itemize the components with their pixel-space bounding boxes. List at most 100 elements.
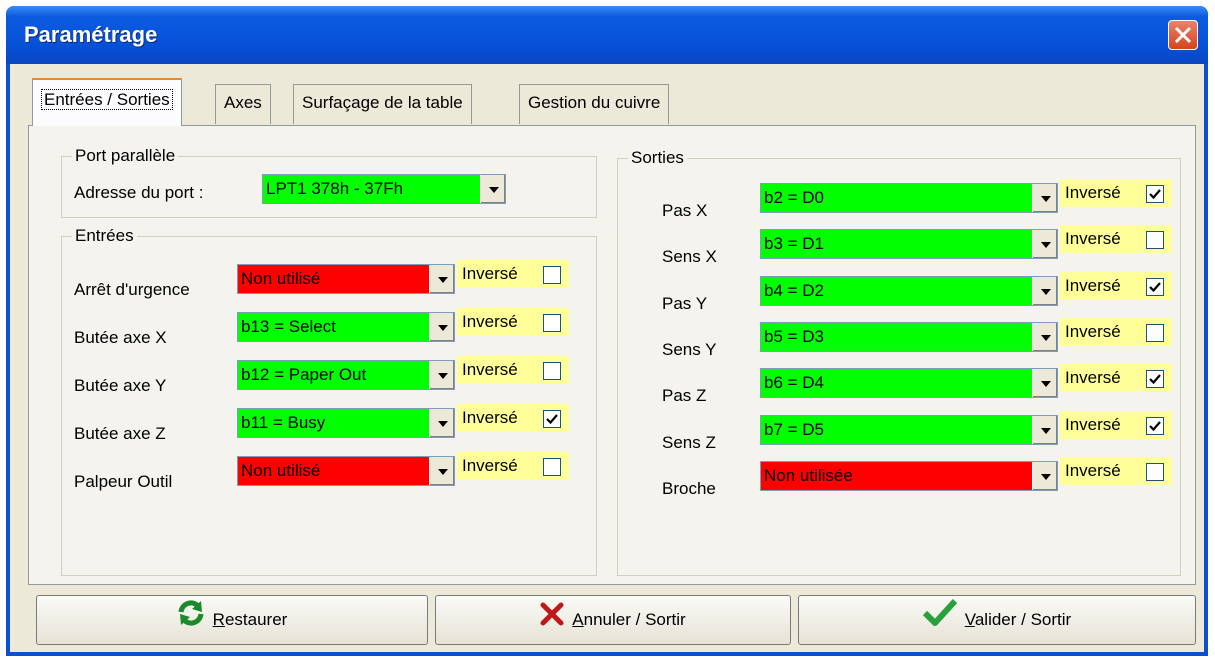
outputs-row-label: Sens X <box>662 247 717 267</box>
outputs-row-select[interactable]: b3 = D1 <box>760 229 1058 260</box>
cancel-button[interactable]: Annuler / Sortir <box>435 595 791 645</box>
close-icon <box>1174 26 1192 44</box>
outputs-row-inverse: Inversé <box>1060 456 1172 485</box>
chevron-down-icon[interactable] <box>1032 369 1057 398</box>
tab-panel: Port parallèle Adresse du port : LPT1 37… <box>28 125 1196 585</box>
outputs-row-inverse: Inversé <box>1060 410 1172 439</box>
inverse-checkbox[interactable] <box>1146 370 1164 389</box>
inverse-label: Inversé <box>462 456 518 475</box>
inputs-row-inverse: Inversé <box>457 308 569 336</box>
inputs-row-value: Non utilisé <box>241 461 321 480</box>
outputs-row-value: b6 = D4 <box>764 373 825 393</box>
inverse-checkbox[interactable] <box>543 410 561 428</box>
outputs-row-value: b4 = D2 <box>764 280 825 300</box>
inputs-row-select[interactable]: b11 = Busy <box>237 408 455 438</box>
outputs-row-value: Non utilisée <box>764 465 853 485</box>
window-title: Paramétrage <box>24 22 158 47</box>
inputs-row-value: b13 = Select <box>241 317 336 336</box>
outputs-row-select[interactable]: b7 = D5 <box>760 414 1058 445</box>
close-button[interactable] <box>1168 20 1198 50</box>
inputs-row-value: b12 = Paper Out <box>241 365 367 384</box>
outputs-row-label: Pas Y <box>662 293 708 313</box>
outputs-row-value: b2 = D0 <box>764 188 825 207</box>
port-address-value: LPT1 378h - 37Fh <box>266 179 404 198</box>
tab-entrees-sorties[interactable]: Entrées / Sorties <box>32 78 182 126</box>
inputs-row-select[interactable]: b13 = Select <box>237 312 455 342</box>
chevron-down-icon[interactable] <box>429 361 454 389</box>
chevron-down-icon[interactable] <box>480 175 505 203</box>
outputs-row-label: Broche <box>662 478 716 498</box>
inverse-label: Inversé <box>1065 460 1121 480</box>
restore-label: estaurer <box>224 610 288 629</box>
inverse-label: Inversé <box>1065 275 1121 295</box>
outputs-row-select[interactable]: b4 = D2 <box>760 275 1058 306</box>
validate-label: alider / Sortir <box>974 610 1072 629</box>
close-icon <box>540 597 564 645</box>
dialog-window: Paramétrage Entrées / Sorties Axes Surfa… <box>6 6 1208 656</box>
chevron-down-icon[interactable] <box>1032 322 1057 351</box>
chevron-down-icon[interactable] <box>1032 415 1057 444</box>
inverse-checkbox[interactable] <box>1146 323 1164 342</box>
inverse-checkbox[interactable] <box>543 362 561 380</box>
outputs-row-select[interactable]: b6 = D4 <box>760 368 1058 399</box>
inputs-row-select[interactable]: b12 = Paper Out <box>237 360 455 390</box>
outputs-row-select[interactable]: Non utilisée <box>760 460 1058 491</box>
inverse-label: Inversé <box>462 408 518 427</box>
chevron-down-icon[interactable] <box>429 409 454 437</box>
chevron-down-icon[interactable] <box>429 265 454 293</box>
validate-button[interactable]: Valider / Sortir <box>798 595 1196 645</box>
port-address-select[interactable]: LPT1 378h - 37Fh <box>262 174 506 204</box>
tab-gestion-cuivre[interactable]: Gestion du cuivre <box>519 84 670 124</box>
outputs-row-select[interactable]: b2 = D0 <box>760 183 1058 213</box>
chevron-down-icon[interactable] <box>1032 230 1057 259</box>
outputs-group: Sorties Pas X b2 = D0 Inversé Sens X b3 = D1… <box>617 148 1181 576</box>
cancel-label: nnuler / Sortir <box>583 610 686 629</box>
inverse-checkbox[interactable] <box>1146 462 1164 481</box>
checkmark-icon <box>546 414 558 425</box>
checkmark-icon <box>1149 281 1161 292</box>
tab-surfacage[interactable]: Surfaçage de la table <box>293 84 472 124</box>
inverse-checkbox[interactable] <box>1146 416 1164 435</box>
inverse-checkbox[interactable] <box>1146 277 1164 296</box>
outputs-row-inverse: Inversé <box>1060 364 1172 393</box>
inputs-row-select[interactable]: Non utilisé <box>237 264 455 294</box>
tab-label: Entrées / Sorties <box>41 89 173 110</box>
inputs-row-value: Non utilisé <box>241 269 321 288</box>
inputs-row-label: Arrêt d'urgence <box>74 280 190 299</box>
outputs-row-value: b7 = D5 <box>764 419 825 439</box>
port-group: Port parallèle Adresse du port : LPT1 37… <box>61 146 597 218</box>
inverse-label: Inversé <box>1065 368 1121 388</box>
checkmark-icon <box>1149 189 1161 200</box>
inverse-label: Inversé <box>1065 414 1121 434</box>
inverse-checkbox[interactable] <box>543 314 561 332</box>
outputs-row-label: Pas Z <box>662 386 707 406</box>
inputs-row-value: b11 = Busy <box>241 413 326 432</box>
chevron-down-icon[interactable] <box>1032 276 1057 305</box>
outputs-row-value: b5 = D3 <box>764 326 825 346</box>
outputs-row-inverse: Inversé <box>1060 271 1172 300</box>
outputs-row-label: Sens Z <box>662 432 716 452</box>
inputs-row-select[interactable]: Non utilisé <box>237 456 455 486</box>
outputs-row-select[interactable]: b5 = D3 <box>760 321 1058 352</box>
chevron-down-icon[interactable] <box>1032 461 1057 490</box>
outputs-row-label: Pas X <box>662 201 708 220</box>
inputs-row-label: Palpeur Outil <box>74 472 173 491</box>
outputs-row-inverse: Inversé <box>1060 225 1172 254</box>
outputs-row-inverse: Inversé <box>1060 317 1172 346</box>
outputs-row-label: Sens Y <box>662 339 717 359</box>
chevron-down-icon[interactable] <box>1032 184 1057 212</box>
inverse-label: Inversé <box>462 312 518 331</box>
inverse-checkbox[interactable] <box>543 458 561 476</box>
inputs-row-label: Butée axe X <box>74 328 167 347</box>
restore-button[interactable]: Restaurer <box>36 595 428 645</box>
cancel-mnemonic: A <box>572 610 584 629</box>
tab-axes[interactable]: Axes <box>215 84 271 124</box>
inverse-checkbox[interactable] <box>1146 185 1164 203</box>
inverse-checkbox[interactable] <box>1146 231 1164 250</box>
chevron-down-icon[interactable] <box>429 457 454 485</box>
inputs-row-inverse: Inversé <box>457 356 569 384</box>
chevron-down-icon[interactable] <box>429 313 454 341</box>
title-bar: Paramétrage <box>6 6 1208 64</box>
validate-mnemonic: V <box>964 610 975 629</box>
inverse-checkbox[interactable] <box>543 266 561 284</box>
